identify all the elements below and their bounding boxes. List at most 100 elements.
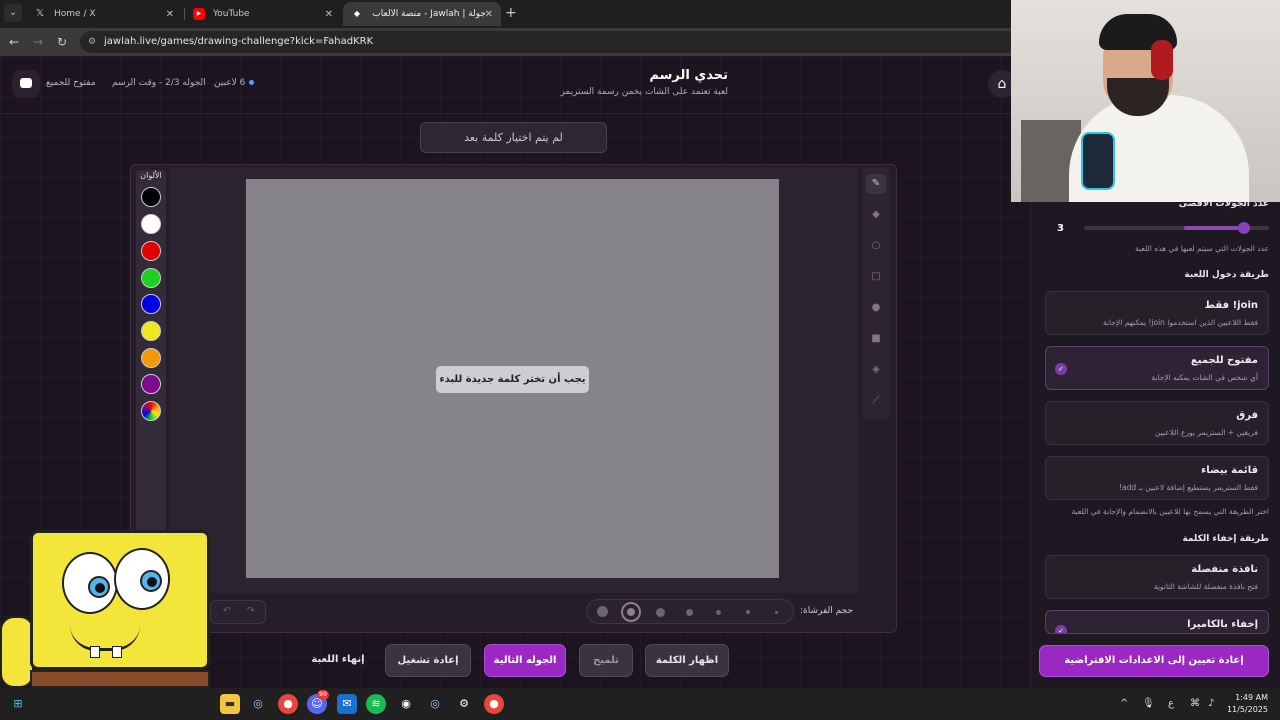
option-desc: فقط الستريمر يستطيع إضافة لاعبين بـ add! [1118, 483, 1258, 492]
back-icon[interactable]: ← [6, 34, 22, 50]
color-swatch[interactable] [141, 321, 161, 341]
next-round-button[interactable]: الجوله التالية [484, 644, 566, 677]
brush-size-label: حجم الفرشاة: [800, 606, 854, 616]
players-count: 6 لاعبين [214, 78, 255, 88]
windows-start-icon[interactable]: ⊞ [8, 694, 28, 714]
join-option-whitelist[interactable]: قائمة بيضاء فقط الستريمر يستطيع إضافة لا… [1045, 456, 1269, 500]
option-title: إخفاء بالكاميرا [1187, 619, 1258, 630]
discord-badge: 99 [317, 690, 329, 700]
steam-2-icon[interactable]: ◎ [425, 694, 445, 714]
spongebob-sticker [0, 520, 215, 688]
color-swatch[interactable] [141, 294, 161, 314]
rounds-value: 3 [1057, 223, 1064, 234]
brush-size-7[interactable] [775, 611, 778, 614]
palette-title: الألوان [140, 171, 162, 180]
address-bar[interactable]: ⚙ jawlah.live/games/drawing-challenge?ki… [80, 31, 1020, 53]
chrome-active-icon[interactable]: ● [484, 694, 504, 714]
join-note: اختر الطريقة التي يسمح بها للاعبين بالان… [1071, 507, 1269, 516]
spotify-icon[interactable]: ≋ [366, 694, 386, 714]
color-swatch[interactable] [141, 268, 161, 288]
restart-button[interactable]: إعادة تشغيل [385, 644, 471, 677]
fill-bucket-icon[interactable]: ◈ [866, 360, 886, 380]
tab-jawlah[interactable]: ◆ جولة | Jawlah - منصة الألعاب الا... ✕ [343, 2, 501, 26]
canvas-message: يجب أن تختر كلمة جديدة للبدء [436, 366, 589, 393]
hide-heading: طريقة إخفاء الكلمة [1182, 534, 1269, 544]
tab-x-home[interactable]: 𝕏 Home / X ✕ [26, 2, 182, 26]
color-swatch[interactable] [141, 348, 161, 368]
close-icon[interactable]: ✕ [325, 9, 333, 20]
join-heading: طريقة دخول اللعبة [1184, 270, 1269, 280]
brush-size-selector [586, 599, 794, 624]
language-indicator[interactable]: ع [1168, 698, 1174, 709]
round-status: الجوله 2/3 - وقت الرسم [112, 78, 206, 88]
rounds-slider-thumb[interactable] [1238, 222, 1250, 234]
close-icon[interactable]: ✕ [166, 9, 174, 20]
mail-icon[interactable]: ✉ [337, 694, 357, 714]
file-explorer-icon[interactable]: ▬ [220, 694, 240, 714]
reset-defaults-button[interactable]: إعادة تعيين إلى الاعدادات الافتراضية [1039, 645, 1269, 677]
page-title: تحدي الرسم [649, 68, 728, 83]
network-icon[interactable]: ⌘ [1190, 698, 1200, 709]
join-option-open[interactable]: مفتوح للجميع أي شخص في الشات يمكنه الإجا… [1045, 346, 1269, 390]
steam-icon[interactable]: ◎ [248, 694, 268, 714]
circle-icon[interactable]: ○ [866, 236, 886, 256]
site-info-icon[interactable]: ⚙ [88, 31, 96, 53]
jawlah-icon: ◆ [353, 9, 361, 18]
undo-redo-group: ↶ ↷ [210, 600, 266, 624]
obs-icon[interactable]: ◉ [396, 694, 416, 714]
join-option-teams[interactable]: فرق فريقين + الستريمر يوزع اللاعبين [1045, 401, 1269, 445]
brush-size-3[interactable] [656, 608, 665, 617]
youtube-icon: ▶ [193, 8, 205, 20]
brush-size-1[interactable] [597, 606, 608, 617]
game-header: مفتوح للجميع الجوله 2/3 - وقت الرسم 6 لا… [0, 56, 1030, 114]
option-title: قائمة بيضاء [1201, 465, 1258, 476]
check-icon: ✓ [1055, 625, 1067, 633]
chrome-icon[interactable]: ● [278, 694, 298, 714]
undo-icon[interactable]: ↶ [223, 606, 231, 616]
tray-expand-icon[interactable]: ^ [1120, 698, 1128, 709]
volume-icon[interactable]: ♪ [1208, 698, 1214, 709]
rectangle-icon[interactable]: □ [866, 267, 886, 287]
show-word-button[interactable]: اظهار الكلمة [645, 644, 729, 677]
pencil-icon[interactable]: ✎ [866, 174, 886, 194]
brush-size-6[interactable] [746, 610, 750, 614]
custom-color-picker[interactable] [141, 401, 161, 421]
filled-rectangle-icon[interactable]: ■ [866, 329, 886, 349]
word-display: لم يتم اختيار كلمة بعد [420, 122, 607, 153]
mic-tray-icon[interactable]: 🎙 [1142, 698, 1155, 709]
color-swatch[interactable] [141, 214, 161, 234]
tab-search-button[interactable]: ⌄ [4, 4, 22, 22]
hint-button[interactable]: تلميح [579, 644, 633, 677]
option-title: نافذة منفصلة [1191, 564, 1258, 575]
brush-size-5[interactable] [716, 610, 721, 615]
hide-option-camera[interactable]: إخفاء بالكاميرا ✓ [1045, 610, 1269, 634]
color-swatch[interactable] [141, 374, 161, 394]
chat-logo-icon[interactable] [12, 70, 40, 98]
filled-circle-icon[interactable]: ● [866, 298, 886, 318]
new-tab-button[interactable]: + [505, 5, 517, 21]
system-clock[interactable]: 1:49 AM 11/5/2025 [1227, 692, 1268, 716]
close-icon[interactable]: ✕ [485, 9, 493, 20]
color-swatch[interactable] [141, 187, 161, 207]
join-option-join-only[interactable]: join! فقط فقط اللاعبين الذين استخدموا jo… [1045, 291, 1269, 335]
windows-taskbar: ⊞ ▬ ◎ ● ☺ 99 ✉ ≋ ◉ ◎ ⚙ ● ^ 🎙 ع ⌘ ♪ 1:49 … [0, 688, 1280, 720]
redo-icon[interactable]: ↷ [247, 606, 255, 616]
tab-title: جولة | Jawlah - منصة الألعاب الا... [371, 9, 486, 19]
option-desc: أي شخص في الشات يمكنه الإجابة [1151, 373, 1258, 382]
reload-icon[interactable]: ↻ [54, 34, 70, 50]
check-icon: ✓ [1055, 363, 1067, 375]
rounds-note: عدد الجولات التي سيتم لعبها في هذه اللعب… [1135, 244, 1269, 253]
tab-youtube[interactable]: ▶ YouTube ✕ [185, 2, 341, 26]
settings-icon[interactable]: ⚙ [454, 694, 474, 714]
forward-icon[interactable]: → [30, 34, 46, 50]
tab-title: YouTube [213, 9, 250, 19]
brush-size-4[interactable] [686, 609, 693, 616]
end-game-button[interactable]: إنهاء اللعبة [300, 644, 376, 677]
hide-option-window[interactable]: نافذة منفصلة فتح نافذة منفصلة للشاشة الث… [1045, 555, 1269, 599]
option-title: فرق [1236, 410, 1258, 421]
eraser-icon[interactable]: ◆ [866, 205, 886, 225]
color-swatch[interactable] [141, 241, 161, 261]
url-text: jawlah.live/games/drawing-challenge?kick… [104, 36, 374, 47]
option-desc: فقط اللاعبين الذين استخدموا join! يمكنهم… [1102, 318, 1258, 327]
line-icon[interactable]: ⟋ [866, 391, 886, 411]
